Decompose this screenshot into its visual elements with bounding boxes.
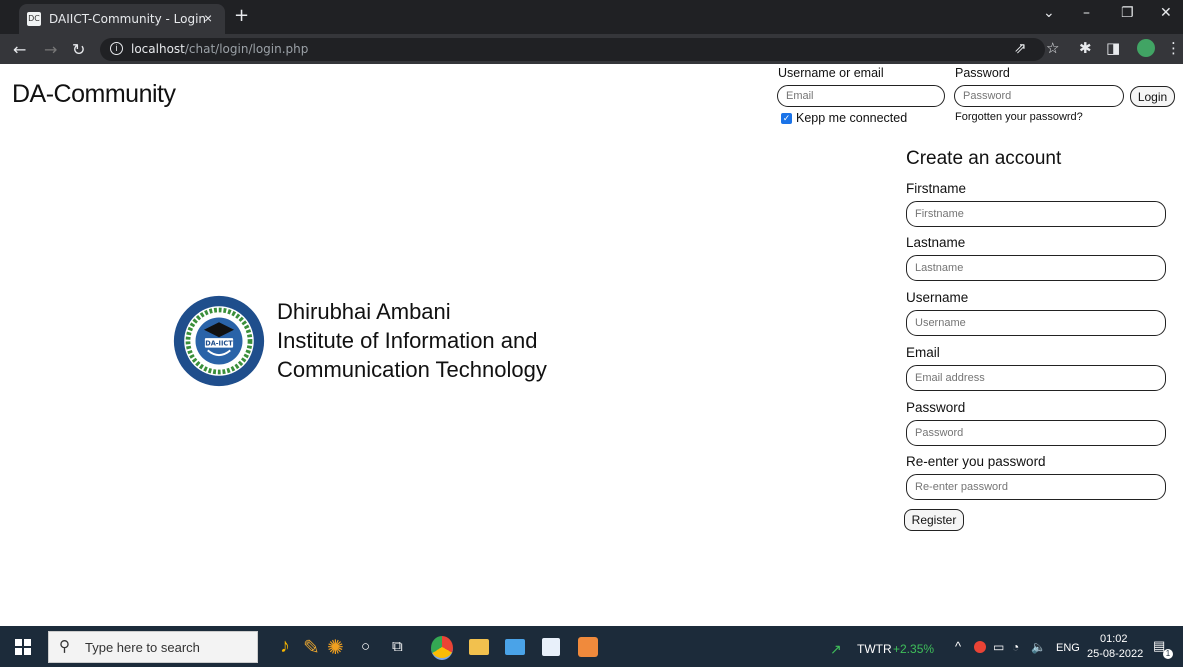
- login-password-input[interactable]: [954, 85, 1124, 107]
- minimize-icon[interactable]: –: [1083, 5, 1090, 21]
- volume-icon[interactable]: 🔈: [1031, 640, 1046, 654]
- xampp-icon[interactable]: [578, 637, 598, 657]
- password-label: Password: [906, 400, 966, 415]
- login-email-input[interactable]: [777, 85, 945, 107]
- battery-icon[interactable]: ▭: [993, 640, 1004, 654]
- store-icon[interactable]: [542, 638, 560, 656]
- widget-characters-icon[interactable]: ♪: [280, 635, 304, 659]
- file-explorer-icon[interactable]: [469, 639, 489, 655]
- email-input[interactable]: [906, 365, 1166, 391]
- site-info-icon[interactable]: i: [110, 42, 123, 55]
- institute-name-line2: Institute of Information and: [277, 328, 538, 353]
- search-icon: ⚲: [59, 638, 70, 655]
- taskbar-search-placeholder: Type here to search: [85, 640, 200, 655]
- username-label: Username: [906, 290, 969, 305]
- new-tab-button[interactable]: +: [234, 5, 249, 26]
- reenter-password-input[interactable]: [906, 474, 1166, 500]
- bookmark-star-icon[interactable]: ☆: [1046, 39, 1059, 57]
- reload-icon[interactable]: ↻: [72, 40, 85, 59]
- notification-count-badge: 1: [1163, 649, 1173, 659]
- firstname-label: Firstname: [906, 181, 967, 196]
- login-button[interactable]: Login: [1130, 86, 1175, 107]
- favicon-icon: DC: [27, 12, 41, 26]
- mail-icon[interactable]: [505, 639, 525, 655]
- username-input[interactable]: [906, 310, 1166, 336]
- windows-start-icon[interactable]: [15, 639, 31, 655]
- register-button[interactable]: Register: [904, 509, 964, 531]
- widget-sun-icon[interactable]: ✺: [327, 635, 351, 659]
- reenter-password-label: Re-enter you password: [906, 454, 1046, 469]
- lastname-label: Lastname: [906, 235, 966, 250]
- svg-text:DA-IICT: DA-IICT: [205, 340, 233, 348]
- stock-change: +2.35%: [893, 642, 935, 656]
- cortana-icon[interactable]: ○: [361, 638, 385, 662]
- side-panel-icon[interactable]: ◨: [1106, 39, 1120, 57]
- extensions-icon[interactable]: ✱: [1079, 39, 1092, 57]
- firstname-input[interactable]: [906, 201, 1166, 227]
- tab-title: DAIICT-Community - Login: [49, 12, 207, 26]
- stock-ticker[interactable]: TWTR: [857, 642, 892, 656]
- share-icon[interactable]: ⇗: [1014, 39, 1027, 57]
- menu-kebab-icon[interactable]: ⋮: [1166, 39, 1181, 57]
- lastname-input[interactable]: [906, 255, 1166, 281]
- back-icon[interactable]: ←: [13, 40, 26, 59]
- url-text: localhost/chat/login/login.php: [131, 42, 309, 56]
- tray-app-icon[interactable]: [974, 641, 986, 653]
- clock-time[interactable]: 01:02: [1100, 633, 1128, 645]
- profile-avatar-icon[interactable]: [1137, 39, 1155, 57]
- forward-icon[interactable]: →: [44, 40, 57, 59]
- address-bar[interactable]: i localhost/chat/login/login.php: [100, 38, 1045, 61]
- restore-icon[interactable]: ❐: [1121, 5, 1134, 21]
- keep-connected-label: Kepp me connected: [796, 111, 908, 125]
- clock-date[interactable]: 25-08-2022: [1087, 648, 1143, 660]
- tab-search-icon[interactable]: ⌄: [1043, 5, 1055, 21]
- login-username-label: Username or email: [778, 66, 884, 80]
- password-input[interactable]: [906, 420, 1166, 446]
- register-title: Create an account: [906, 148, 1062, 169]
- email-label: Email: [906, 345, 940, 360]
- language-indicator[interactable]: ENG: [1056, 642, 1080, 654]
- institute-name-line1: Dhirubhai Ambani: [277, 299, 451, 324]
- show-hidden-icons-icon[interactable]: ^: [955, 639, 961, 654]
- network-icon[interactable]: ◔: [1012, 640, 1019, 654]
- institute-name-line3: Communication Technology: [277, 357, 547, 382]
- chrome-taskbar-icon[interactable]: [431, 636, 453, 660]
- stock-trend-icon: ↗: [830, 641, 842, 657]
- keep-connected-checkbox[interactable]: ✓: [781, 113, 792, 124]
- forgot-password-link[interactable]: Forgotten your passowrd?: [955, 111, 1083, 123]
- tab-close-icon[interactable]: ×: [204, 10, 212, 26]
- browser-tab[interactable]: DC DAIICT-Community - Login ×: [19, 4, 225, 34]
- taskbar-search-box[interactable]: ⚲ Type here to search: [48, 631, 258, 663]
- widget-paint-icon[interactable]: ✎: [303, 635, 327, 659]
- login-password-label: Password: [955, 66, 1010, 80]
- daiict-logo: DA-IICT: [173, 295, 265, 387]
- close-window-icon[interactable]: ✕: [1160, 5, 1172, 21]
- brand-title: DA-Community: [12, 80, 176, 108]
- task-view-icon[interactable]: ⧉: [392, 638, 416, 662]
